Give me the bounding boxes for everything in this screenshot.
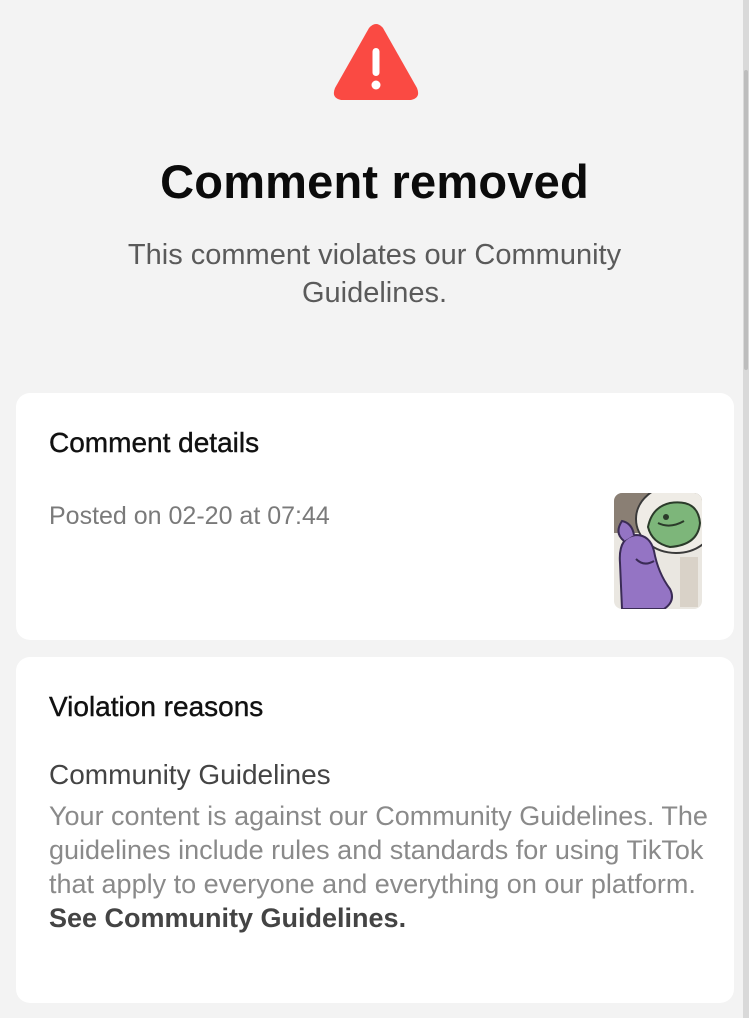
reason-title: Community Guidelines bbox=[49, 759, 331, 790]
violation-reasons-heading: Violation reasons bbox=[49, 691, 264, 722]
page-title: Comment removed bbox=[160, 155, 589, 208]
see-community-guidelines-link[interactable]: See Community Guidelines. bbox=[49, 903, 406, 933]
page-subtitle: This comment violates our Community Guid… bbox=[127, 239, 622, 309]
video-thumbnail[interactable] bbox=[614, 493, 702, 609]
violation-reasons-card: Violation reasons Community Guidelines Y… bbox=[16, 657, 734, 1003]
removal-header: Comment removed This comment violates ou… bbox=[0, 0, 749, 360]
comment-details-card: Comment details Posted on 02-20 at 07:44 bbox=[16, 393, 734, 640]
video-thumbnail-image bbox=[614, 493, 702, 609]
comment-details-heading: Comment details bbox=[49, 427, 260, 458]
reason-body-text: Your content is against our Community Gu… bbox=[49, 801, 708, 899]
posted-timestamp: Posted on 02-20 at 07:44 bbox=[49, 502, 330, 530]
warning-triangle-icon bbox=[333, 24, 419, 100]
reason-description: Your content is against our Community Gu… bbox=[49, 799, 714, 935]
